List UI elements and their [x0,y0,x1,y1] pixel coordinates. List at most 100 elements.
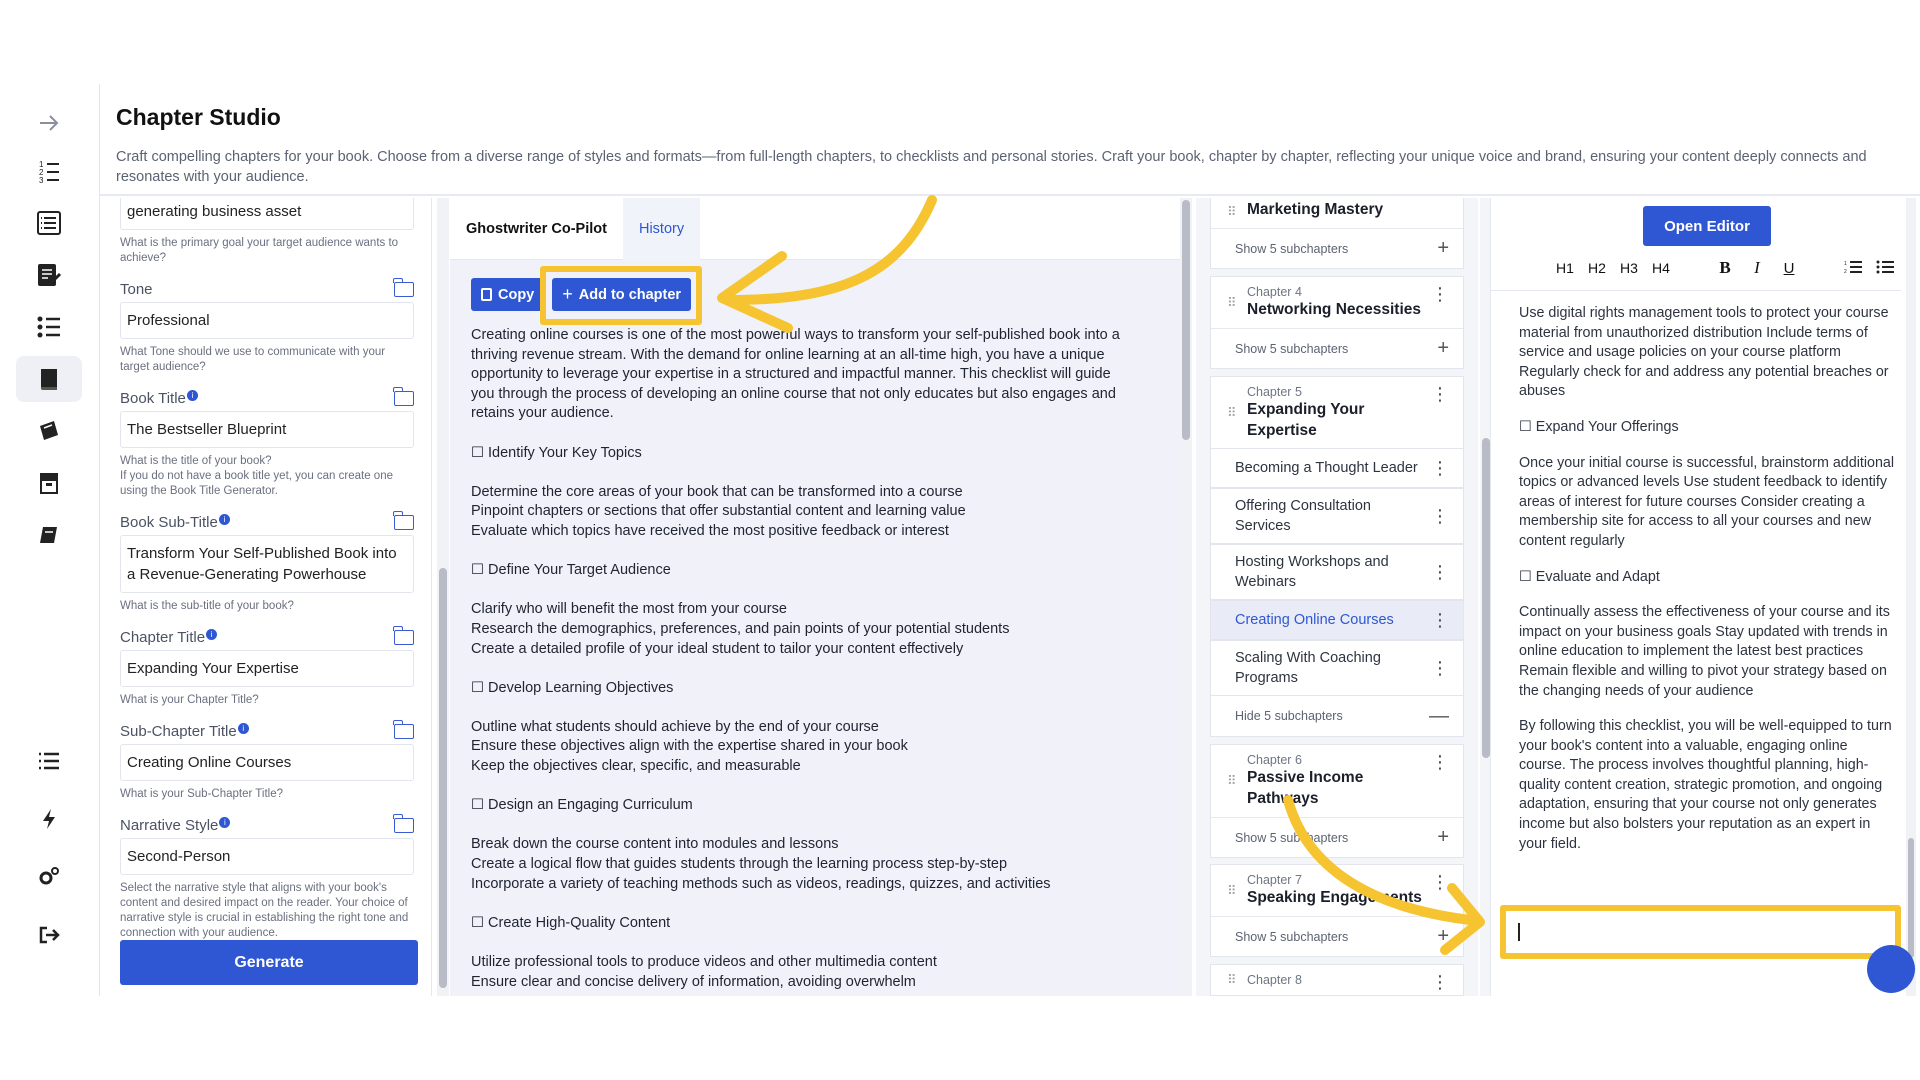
info-icon[interactable]: i [219,816,231,828]
chapter-card[interactable]: ⠿ ⋮ Chapter 4 Networking Necessities Sho… [1210,276,1464,369]
tab-ghostwriter[interactable]: Ghostwriter Co-Pilot [450,198,623,260]
subchapter-toggle[interactable]: Show 5 subchapters + [1211,817,1463,857]
chapter-number: Chapter 8 [1247,973,1302,987]
copy-icon [481,288,492,301]
info-icon[interactable]: i [186,389,198,401]
subchapter-item-active[interactable]: Creating Online Courses ⋮ [1210,600,1464,640]
numbered-list-icon[interactable]: 123 [28,150,70,192]
chapter-number: Chapter 6 [1247,753,1302,767]
subchapter-toggle[interactable]: Show 5 subchapters + [1211,228,1463,268]
more-icon[interactable]: ⋮ [1431,610,1449,630]
chapter-title-field[interactable]: Expanding Your Expertise [120,650,414,687]
magic-book-icon[interactable] [28,410,70,452]
editor-scrollbar[interactable] [1906,198,1916,996]
subchapter-item[interactable]: Scaling With Coaching Programs ⋮ [1210,640,1464,696]
subchapter-toggle[interactable]: Hide 5 subchapters — [1211,696,1463,736]
chapter-card[interactable]: ⠿ ⋮ Chapter 7 Speaking Engagements Show … [1210,864,1464,957]
underline-button[interactable]: U [1777,260,1801,277]
scroll-thumb[interactable] [1908,838,1914,958]
tone-field[interactable]: Professional [120,302,414,339]
narrative-field[interactable]: Second-Person [120,838,414,875]
folder-icon[interactable] [393,386,414,406]
drag-handle-icon[interactable]: ⠿ [1227,204,1236,220]
checklist-icon[interactable] [28,306,70,348]
more-icon[interactable]: ⋮ [1431,385,1449,403]
subchapter-item[interactable]: Becoming a Thought Leader ⋮ [1210,448,1464,488]
ordered-list-icon[interactable]: 12 [1841,260,1865,277]
info-icon[interactable]: i [218,513,230,525]
h1-button[interactable]: H1 [1553,260,1577,276]
chapter-card[interactable]: ⠿ ⋮ Chapter 6 Passive Income Pathways Sh… [1210,744,1464,858]
book-list-icon[interactable] [28,202,70,244]
more-icon[interactable]: ⋮ [1431,506,1449,526]
settings-icon[interactable] [28,856,70,898]
editor-content[interactable]: Use digital rights management tools to p… [1519,304,1895,870]
folder-icon[interactable] [393,625,414,645]
generate-button[interactable]: Generate [120,940,418,985]
arrow-right-icon[interactable] [28,102,70,144]
h3-button[interactable]: H3 [1617,260,1641,276]
italic-button[interactable]: I [1745,258,1769,278]
subchapter-toggle[interactable]: Show 5 subchapters + [1211,916,1463,956]
subchapter-title-label-row: Sub-Chapter Title i [120,718,414,744]
tab-history[interactable]: History [622,198,701,260]
chapter-card[interactable]: ⠿ ⋮ Chapter 5 Expanding Your Expertise [1210,376,1464,450]
subchapter-toggle[interactable]: Show 5 subchapters + [1211,328,1463,368]
drag-handle-icon[interactable]: ⠿ [1227,405,1236,421]
subchapter-title-field[interactable]: Creating Online Courses [120,744,414,781]
chapter-card[interactable]: ⠿ Marketing Mastery Show 5 subchapters + [1210,198,1464,269]
more-icon[interactable]: ⋮ [1431,562,1449,582]
bolt-icon[interactable] [28,798,70,840]
drag-handle-icon[interactable]: ⠿ [1227,295,1236,311]
more-icon[interactable]: ⋮ [1431,973,1449,991]
book-title-field[interactable]: The Bestseller Blueprint [120,411,414,448]
copilot-scrollbar[interactable] [1180,198,1192,996]
svg-text:1: 1 [1844,261,1847,267]
book-subtitle-field[interactable]: Transform Your Self-Published Book into … [120,535,414,593]
menu-list-icon[interactable] [28,740,70,782]
copy-button[interactable]: Copy [471,278,545,311]
open-editor-button[interactable]: Open Editor [1643,206,1771,246]
info-icon[interactable]: i [237,722,249,734]
chapter-title: Networking Necessities [1247,301,1422,318]
folder-icon[interactable] [393,510,414,530]
more-icon[interactable]: ⋮ [1431,658,1449,678]
drag-handle-icon[interactable]: ⠿ [1227,883,1236,899]
subchapter-item[interactable]: Hosting Workshops and Webinars ⋮ [1210,544,1464,600]
h2-button[interactable]: H2 [1585,260,1609,276]
drag-handle-icon[interactable]: ⠿ [1227,773,1236,789]
add-to-chapter-highlight [540,266,702,325]
chapter-card[interactable]: ⠿ ⋮ Chapter 8 [1210,964,1464,996]
subchapter-item[interactable]: Offering Consultation Services ⋮ [1210,488,1464,544]
drag-handle-icon[interactable]: ⠿ [1227,972,1236,988]
info-icon[interactable]: i [206,628,218,640]
goal-help: What is the primary goal your target aud… [120,237,399,264]
book-active-icon[interactable] [16,356,82,402]
more-icon[interactable]: ⋮ [1431,458,1449,478]
svg-text:2: 2 [1844,269,1847,274]
bold-button[interactable]: B [1713,258,1737,278]
folder-icon[interactable] [393,277,414,297]
h4-button[interactable]: H4 [1649,260,1673,276]
goal-field[interactable]: generating business asset [120,198,414,230]
more-icon[interactable]: ⋮ [1431,873,1449,891]
folder-icon[interactable] [393,719,414,739]
scroll-thumb[interactable] [1482,438,1490,758]
more-icon[interactable]: ⋮ [1431,285,1449,303]
more-icon[interactable]: ⋮ [1431,753,1449,771]
copilot-line: Determine the core areas of your book th… [471,483,963,500]
bullet-list-icon[interactable] [1873,260,1897,277]
folder-icon[interactable] [393,813,414,833]
flag-book-icon[interactable] [28,514,70,556]
scroll-thumb[interactable] [1182,200,1190,440]
archive-icon[interactable] [28,462,70,504]
chat-help-icon[interactable] [1867,945,1915,993]
copilot-line: Break down the course content into modul… [471,836,839,853]
toolbar-divider [1491,290,1901,291]
note-edit-icon[interactable] [28,254,70,296]
copy-label: Copy [498,286,535,303]
logout-icon[interactable] [28,914,70,956]
copilot-line: Utilize professional tools to produce vi… [471,954,937,970]
form-scrollbar[interactable] [437,198,449,996]
scroll-thumb[interactable] [439,568,447,988]
